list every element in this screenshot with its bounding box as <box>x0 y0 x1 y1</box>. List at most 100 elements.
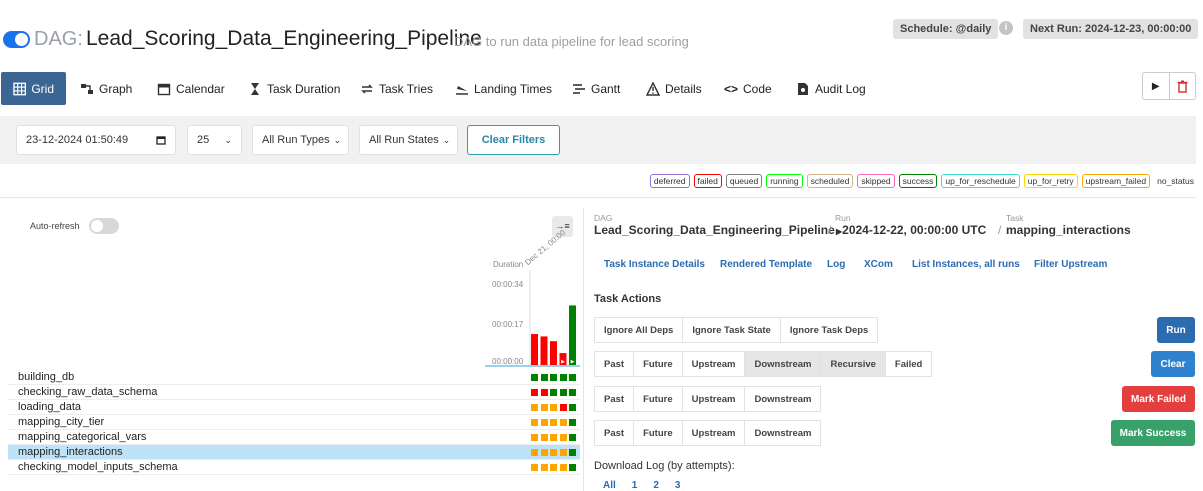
task-instance-square[interactable] <box>569 449 576 456</box>
delete-dag-button[interactable] <box>1170 73 1196 99</box>
clear-upstream-toggle[interactable]: Upstream <box>681 351 746 377</box>
task-instance-square[interactable] <box>531 464 538 471</box>
tab-graph[interactable]: Graph <box>80 72 132 105</box>
task-instance-square[interactable] <box>531 389 538 396</box>
success-upstream-toggle[interactable]: Upstream <box>681 420 746 446</box>
task-instance-square[interactable] <box>559 449 567 456</box>
tab-grid[interactable]: Grid <box>1 72 66 105</box>
task-row[interactable]: checking_model_inputs_schema <box>8 460 580 475</box>
task-instance-square[interactable] <box>550 419 557 426</box>
download-log-all[interactable]: All <box>603 480 616 491</box>
dag-pause-toggle[interactable] <box>3 31 30 48</box>
clear-button[interactable]: Clear <box>1151 351 1195 377</box>
task-instance-square[interactable] <box>531 419 538 426</box>
breadcrumb-run[interactable]: ▶2024-12-22, 00:00:00 UTC <box>836 223 986 237</box>
download-log-attempt-3[interactable]: 3 <box>675 480 681 491</box>
tab-landing-times[interactable]: Landing Times <box>455 72 552 105</box>
task-instance-square[interactable] <box>559 374 567 381</box>
task-instance-square[interactable] <box>540 419 548 426</box>
tab-task-tries[interactable]: Task Tries <box>360 72 433 105</box>
ignore-task-deps-toggle[interactable]: Ignore Task Deps <box>779 317 879 343</box>
tab-filter-upstream[interactable]: Filter Upstream <box>1034 259 1107 270</box>
schedule-badge[interactable]: Schedule: @daily <box>893 19 999 39</box>
num-runs-select[interactable]: 25 ⌄ <box>187 125 242 155</box>
success-future-toggle[interactable]: Future <box>633 420 683 446</box>
tab-log[interactable]: Log <box>827 259 845 270</box>
tab-task-instance-details[interactable]: Task Instance Details <box>604 259 705 270</box>
task-row[interactable]: building_db <box>8 370 580 385</box>
task-instance-square[interactable] <box>559 404 567 411</box>
task-instance-square[interactable] <box>540 389 548 396</box>
breadcrumb-dag[interactable]: Lead_Scoring_Data_Engineering_Pipeline <box>594 223 835 237</box>
failed-future-toggle[interactable]: Future <box>633 386 683 412</box>
task-instance-square[interactable] <box>531 434 538 441</box>
ignore-all-deps-toggle[interactable]: Ignore All Deps <box>594 317 684 343</box>
tab-rendered-template[interactable]: Rendered Template <box>720 259 812 270</box>
task-instance-square[interactable] <box>569 419 576 426</box>
task-instance-square[interactable] <box>540 374 548 381</box>
task-instance-square[interactable] <box>550 449 557 456</box>
task-instance-square[interactable] <box>569 434 576 441</box>
task-instance-square[interactable] <box>569 389 576 396</box>
ignore-task-state-toggle[interactable]: Ignore Task State <box>682 317 781 343</box>
task-instance-square[interactable] <box>559 419 567 426</box>
task-instance-square[interactable] <box>550 404 557 411</box>
panel-divider[interactable] <box>583 208 584 491</box>
duration-bar[interactable] <box>540 336 548 365</box>
task-instance-square[interactable] <box>569 374 576 381</box>
clear-failed-toggle[interactable]: Failed <box>884 351 933 377</box>
auto-refresh-toggle[interactable] <box>89 218 119 234</box>
task-instance-square[interactable] <box>540 464 548 471</box>
task-instance-square[interactable] <box>540 434 548 441</box>
task-instance-square[interactable] <box>531 374 538 381</box>
mark-failed-button[interactable]: Mark Failed <box>1122 386 1195 412</box>
tab-list-instances[interactable]: List Instances, all runs <box>912 259 1020 270</box>
tab-audit-log[interactable]: Audit Log <box>796 72 866 105</box>
task-instance-square[interactable] <box>550 434 557 441</box>
clear-filters-button[interactable]: Clear Filters <box>467 125 560 155</box>
duration-bar[interactable] <box>550 341 557 365</box>
download-log-attempt-1[interactable]: 1 <box>632 480 638 491</box>
clear-downstream-toggle[interactable]: Downstream <box>744 351 822 377</box>
success-past-toggle[interactable]: Past <box>594 420 635 446</box>
task-row[interactable]: mapping_categorical_vars <box>8 430 580 445</box>
duration-bar[interactable] <box>531 334 538 365</box>
task-instance-square[interactable] <box>559 464 567 471</box>
duration-bar[interactable] <box>569 305 576 365</box>
clear-future-toggle[interactable]: Future <box>633 351 683 377</box>
task-instance-square[interactable] <box>569 464 576 471</box>
task-instance-square[interactable] <box>531 449 538 456</box>
task-instance-square[interactable] <box>550 464 557 471</box>
task-row[interactable]: checking_raw_data_schema <box>8 385 580 400</box>
task-instance-square[interactable] <box>540 404 548 411</box>
tab-code[interactable]: <> Code <box>724 72 772 105</box>
run-button[interactable]: Run <box>1157 317 1195 343</box>
failed-past-toggle[interactable]: Past <box>594 386 635 412</box>
mark-success-button[interactable]: Mark Success <box>1111 420 1195 446</box>
clear-recursive-toggle[interactable]: Recursive <box>820 351 886 377</box>
task-instance-square[interactable] <box>550 389 557 396</box>
tab-calendar[interactable]: Calendar <box>157 72 225 105</box>
task-instance-square[interactable] <box>531 404 538 411</box>
run-types-select[interactable]: All Run Types ⌄ <box>252 125 349 155</box>
success-downstream-toggle[interactable]: Downstream <box>744 420 822 446</box>
run-states-select[interactable]: All Run States ⌄ <box>359 125 458 155</box>
tab-xcom[interactable]: XCom <box>864 259 893 270</box>
task-instance-square[interactable] <box>540 449 548 456</box>
failed-upstream-toggle[interactable]: Upstream <box>681 386 746 412</box>
task-row[interactable]: loading_data <box>8 400 580 415</box>
tab-task-duration[interactable]: Task Duration <box>248 72 340 105</box>
info-icon[interactable]: i <box>999 21 1013 35</box>
tab-gantt[interactable]: Gantt <box>572 72 620 105</box>
task-instance-square[interactable] <box>569 404 576 411</box>
task-row[interactable]: mapping_interactions <box>8 445 580 460</box>
task-instance-square[interactable] <box>559 434 567 441</box>
tab-details[interactable]: Details <box>646 72 702 105</box>
breadcrumb-task[interactable]: mapping_interactions <box>1006 223 1131 237</box>
task-row[interactable]: mapping_city_tier <box>8 415 580 430</box>
failed-downstream-toggle[interactable]: Downstream <box>744 386 822 412</box>
base-date-input[interactable]: 23-12-2024 01:50:49 <box>16 125 176 155</box>
trigger-dag-button[interactable]: ▶ <box>1143 73 1170 99</box>
clear-past-toggle[interactable]: Past <box>594 351 635 377</box>
task-instance-square[interactable] <box>559 389 567 396</box>
